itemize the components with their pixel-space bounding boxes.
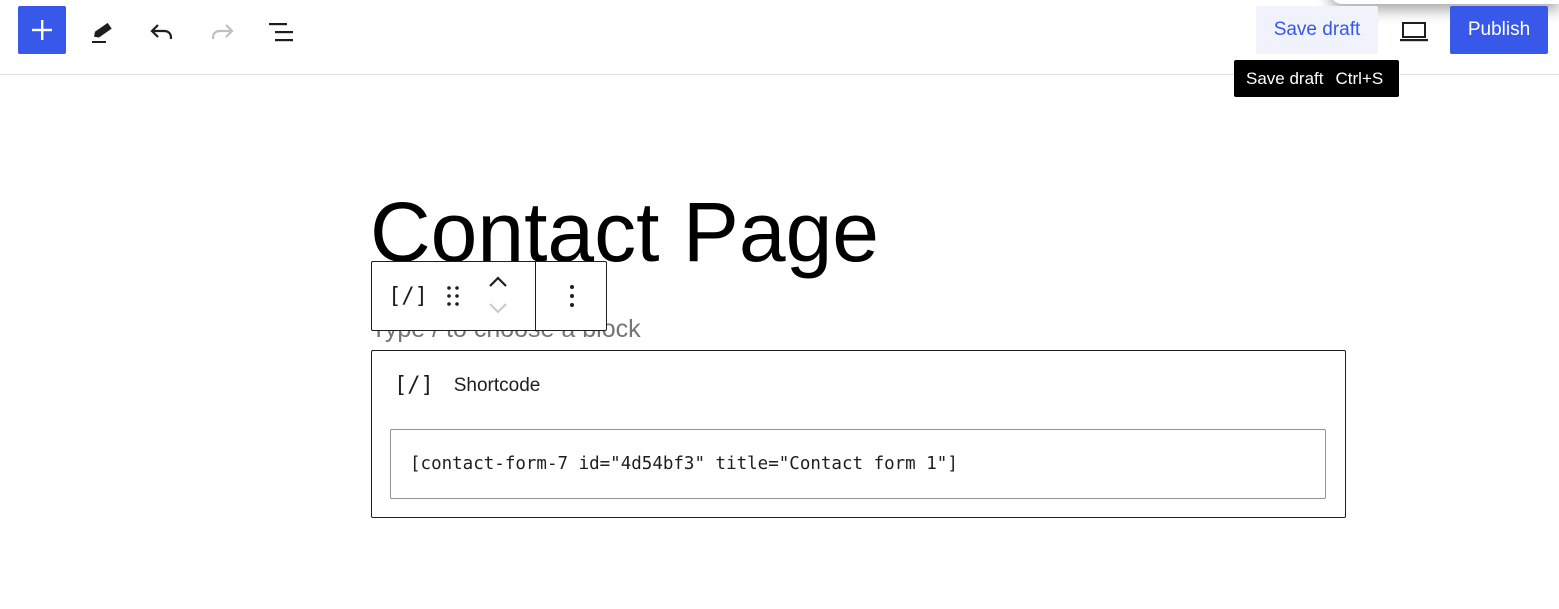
- block-toolbar: [/]: [371, 261, 607, 331]
- tooltip-label: Save draft: [1246, 68, 1324, 88]
- shortcode-block[interactable]: [/] Shortcode: [371, 350, 1346, 518]
- undo-button[interactable]: [140, 10, 184, 54]
- redo-icon: [211, 24, 234, 39]
- plus-icon: [32, 20, 52, 40]
- toolbar-divider: [535, 262, 536, 330]
- move-down-button[interactable]: [480, 296, 516, 320]
- move-up-button[interactable]: [480, 268, 516, 296]
- more-vertical-icon: [570, 285, 574, 307]
- shortcode-block-icon: [/]: [394, 373, 434, 398]
- preview-button[interactable]: [1392, 10, 1436, 54]
- shortcode-block-header: [/] Shortcode: [394, 373, 540, 398]
- shortcode-icon: [/]: [388, 283, 428, 309]
- overlay-shadow: [1330, 0, 1559, 4]
- redo-button[interactable]: [200, 10, 244, 54]
- list-view-button[interactable]: [260, 10, 304, 54]
- save-draft-button[interactable]: Save draft: [1256, 6, 1378, 54]
- shortcode-block-label: Shortcode: [453, 374, 541, 396]
- chevron-down-icon: [489, 303, 507, 314]
- drag-handle[interactable]: [432, 274, 474, 318]
- undo-icon: [150, 24, 173, 39]
- laptop-icon: [1400, 22, 1428, 42]
- drag-handle-icon: [447, 286, 459, 306]
- publish-button[interactable]: Publish: [1450, 6, 1548, 54]
- block-type-button[interactable]: [/]: [386, 274, 430, 318]
- shortcode-input[interactable]: [390, 429, 1326, 499]
- block-options-button[interactable]: [550, 274, 594, 318]
- list-view-icon: [269, 23, 293, 42]
- add-block-button[interactable]: [18, 6, 66, 54]
- save-draft-tooltip: Save draft Ctrl+S: [1234, 60, 1399, 97]
- tools-button[interactable]: [80, 10, 124, 54]
- chevron-up-icon: [489, 276, 507, 287]
- pencil-icon: [92, 22, 112, 43]
- tooltip-shortcut: Ctrl+S: [1335, 68, 1384, 88]
